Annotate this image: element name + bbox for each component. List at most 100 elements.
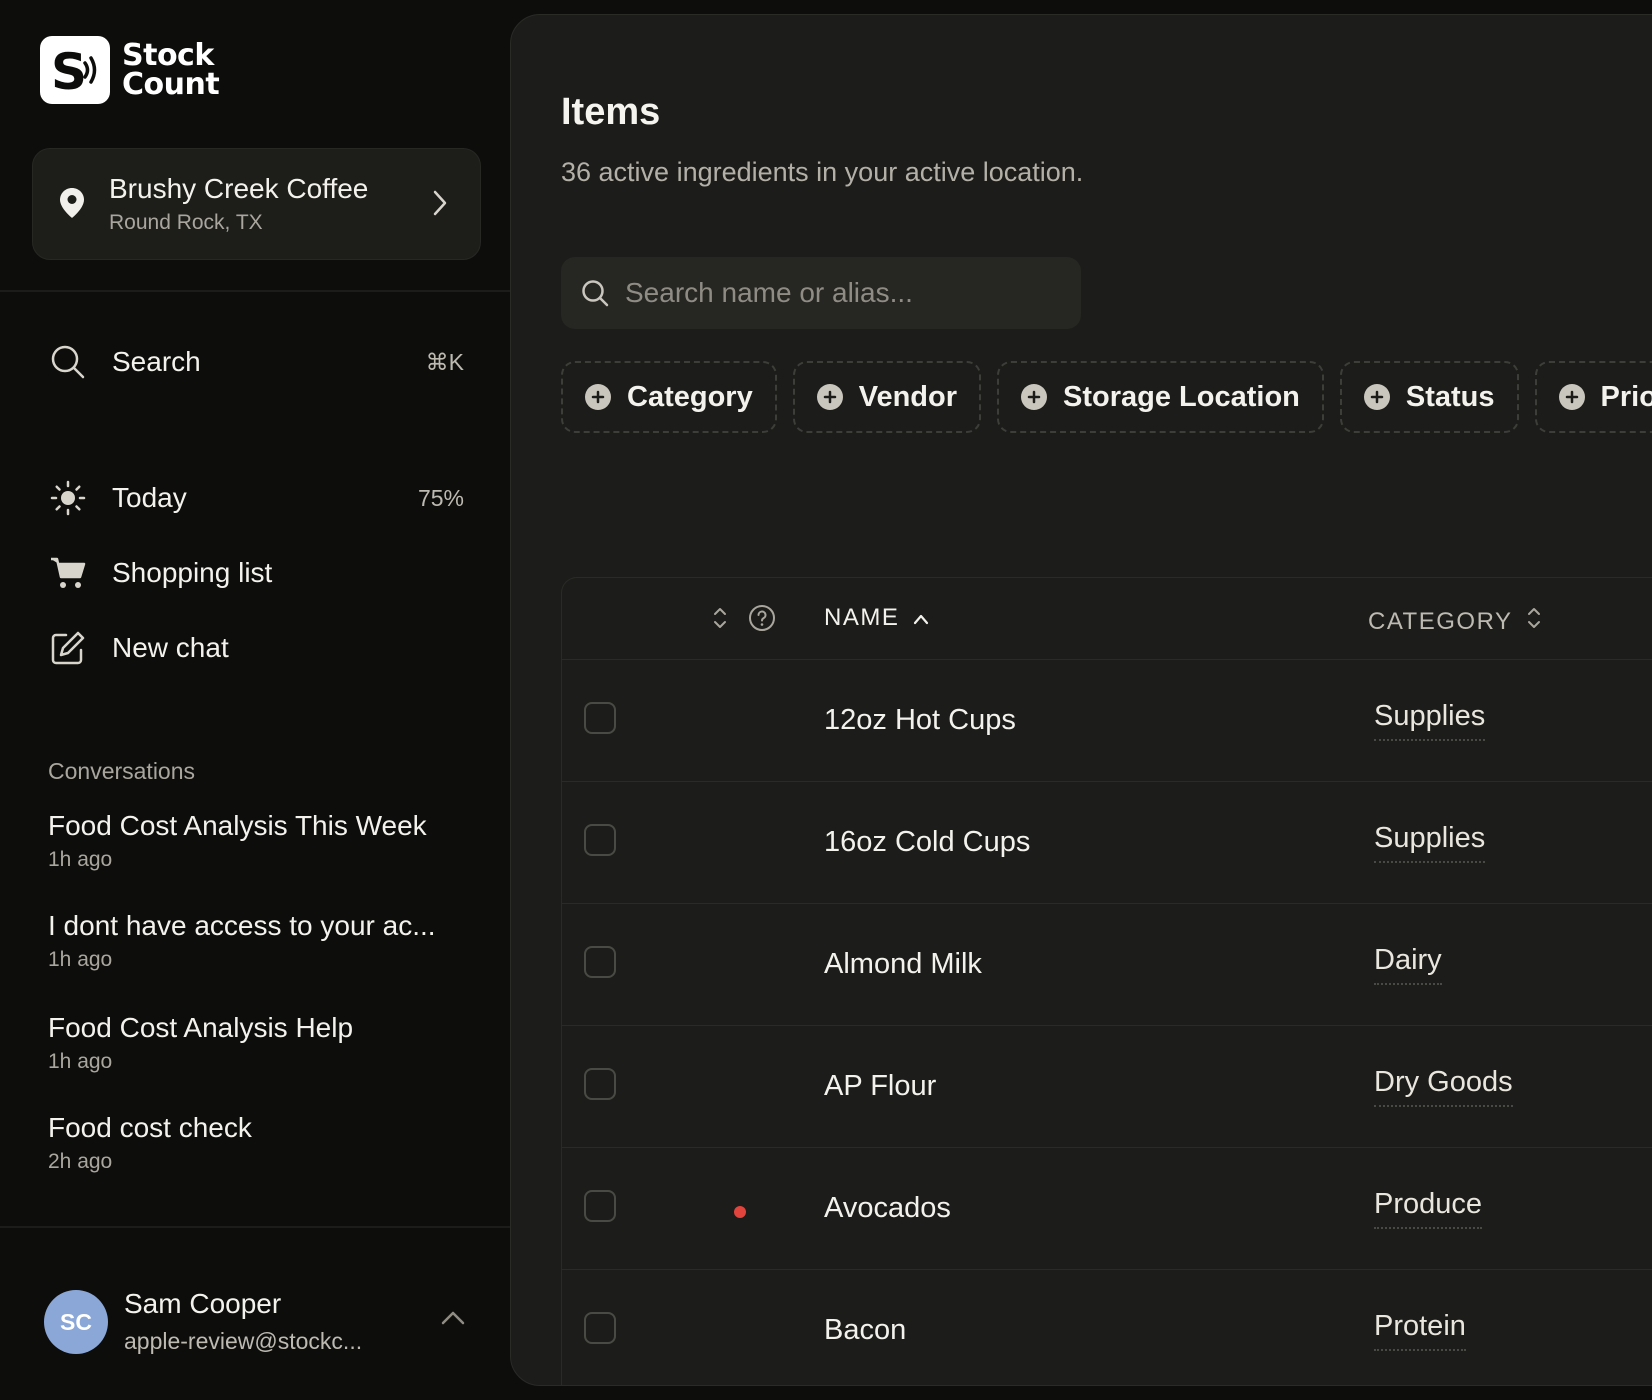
row-checkbox[interactable] (584, 946, 616, 978)
table-row[interactable]: Almond Milk Dairy (562, 904, 1652, 1026)
filter-label: Priori (1600, 380, 1652, 413)
nav-shopping-list[interactable]: Shopping list (48, 548, 468, 598)
filter-label: Vendor (858, 380, 958, 413)
main-panel: Items 36 active ingredients in your acti… (510, 14, 1652, 1386)
sidebar: S Stock Count Brushy Creek Coffee Round … (0, 0, 510, 1400)
location-switcher[interactable]: Brushy Creek Coffee Round Rock, TX (32, 148, 481, 260)
conversation-item[interactable]: Food Cost Analysis Help 1h ago (48, 1012, 478, 1074)
item-name: 16oz Cold Cups (824, 826, 1031, 858)
map-pin-icon (59, 187, 85, 224)
item-name: AP Flour (824, 1070, 937, 1102)
column-category-label: CATEGORY (1368, 607, 1513, 635)
item-category[interactable]: Dairy (1374, 944, 1442, 985)
table-header: NAME CATEGORY (562, 578, 1652, 660)
filter-vendor[interactable]: Vendor (792, 361, 982, 433)
item-name: 12oz Hot Cups (824, 704, 1016, 736)
conversation-time: 2h ago (48, 1150, 113, 1173)
conversation-item[interactable]: Food cost check 2h ago (48, 1112, 478, 1174)
item-category[interactable]: Dry Goods (1374, 1066, 1513, 1107)
row-checkbox[interactable] (584, 1068, 616, 1100)
conversation-title: Food Cost Analysis Help (48, 1012, 354, 1043)
nav-new-chat-label: New chat (112, 632, 229, 663)
sidebar-divider (0, 290, 510, 292)
table-row[interactable]: Avocados Produce (562, 1148, 1652, 1270)
stockcount-logo-icon: S (40, 36, 110, 104)
conversation-item[interactable]: Food Cost Analysis This Week 1h ago (48, 810, 478, 872)
row-checkbox[interactable] (584, 824, 616, 856)
page-title: Items (561, 91, 661, 133)
plus-icon (1021, 384, 1048, 410)
table-row[interactable]: AP Flour Dry Goods (562, 1026, 1652, 1148)
nav-today[interactable]: Today 75% (48, 473, 468, 523)
search-icon (48, 342, 88, 382)
conversation-time: 1h ago (48, 948, 113, 971)
column-name-label: NAME (824, 604, 900, 631)
chevron-up-icon (440, 1310, 466, 1331)
location-city: Round Rock, TX (109, 211, 263, 234)
item-category[interactable]: Supplies (1374, 700, 1486, 741)
filter-label: Status (1405, 380, 1495, 413)
plus-icon (816, 384, 843, 410)
item-category[interactable]: Produce (1374, 1188, 1483, 1229)
conversation-time: 1h ago (48, 1050, 113, 1073)
plus-icon (585, 384, 611, 410)
item-category[interactable]: Protein (1374, 1310, 1466, 1351)
filter-label: Category (627, 380, 753, 413)
edit-icon (48, 628, 88, 668)
brand-line-1: Stock (122, 38, 214, 73)
svg-text:S: S (51, 43, 87, 97)
row-checkbox[interactable] (584, 1312, 616, 1344)
item-category[interactable]: Supplies (1374, 822, 1486, 863)
table-row[interactable]: 16oz Cold Cups Supplies (562, 782, 1652, 904)
brand-name: Stock Count (122, 38, 220, 102)
cart-icon (48, 553, 88, 593)
row-checkbox[interactable] (584, 1190, 616, 1222)
user-name: Sam Cooper (124, 1288, 282, 1319)
column-category-header[interactable]: CATEGORY (1368, 604, 1542, 639)
chevron-up-icon (913, 604, 929, 632)
item-name: Bacon (824, 1314, 907, 1346)
nav-search[interactable]: Search ⌘K (48, 337, 468, 387)
filter-priority[interactable]: Priori (1534, 361, 1652, 433)
nav-shopping-label: Shopping list (112, 557, 273, 588)
search-shortcut: ⌘K (425, 348, 464, 375)
table-row[interactable]: Bacon Protein (562, 1270, 1652, 1385)
conversation-title: Food cost check (48, 1112, 252, 1143)
filter-label: Storage Location (1063, 380, 1300, 413)
item-name: Almond Milk (824, 948, 982, 980)
item-name: Avocados (824, 1192, 951, 1224)
row-checkbox[interactable] (584, 702, 616, 734)
item-search[interactable] (561, 257, 1081, 329)
conversation-item[interactable]: I dont have access to your ac... 1h ago (48, 910, 478, 972)
filter-status[interactable]: Status (1339, 361, 1519, 433)
nav-search-label: Search (112, 346, 201, 377)
sort-toggle-icon[interactable] (712, 604, 728, 637)
table-row[interactable]: 12oz Hot Cups Supplies (562, 660, 1652, 782)
conversation-title: I dont have access to your ac... (48, 910, 436, 941)
sort-toggle-icon (1526, 604, 1542, 639)
search-input[interactable] (625, 257, 1065, 329)
brand-logo[interactable]: S Stock Count (40, 36, 220, 104)
conversations-heading: Conversations (48, 758, 196, 784)
alert-dot (734, 1206, 746, 1218)
filter-category[interactable]: Category (561, 361, 777, 433)
nav-new-chat[interactable]: New chat (48, 623, 468, 673)
sun-icon (48, 478, 88, 518)
page-subtitle: 36 active ingredients in your active loc… (561, 157, 1084, 187)
items-table: NAME CATEGORY 12oz Hot Cups Supplies 16o… (561, 577, 1652, 1385)
nav-today-label: Today (112, 482, 187, 513)
plus-icon (1363, 384, 1390, 410)
user-email: apple-review@stockc... (124, 1328, 363, 1354)
filter-storage-location[interactable]: Storage Location (997, 361, 1324, 433)
user-menu[interactable]: SC Sam Cooper apple-review@stockc... (44, 1288, 474, 1354)
chevron-right-icon (432, 189, 448, 222)
conversation-title: Food Cost Analysis This Week (48, 810, 427, 841)
avatar: SC (44, 1290, 108, 1354)
help-circle-icon[interactable] (748, 604, 776, 637)
brand-line-2: Count (122, 67, 220, 102)
location-name: Brushy Creek Coffee (109, 173, 369, 204)
filter-bar: Category Vendor Storage Location Status … (561, 361, 1652, 433)
today-progress: 75% (417, 484, 464, 511)
column-name-header[interactable]: NAME (824, 604, 929, 632)
sidebar-divider (0, 1226, 510, 1228)
